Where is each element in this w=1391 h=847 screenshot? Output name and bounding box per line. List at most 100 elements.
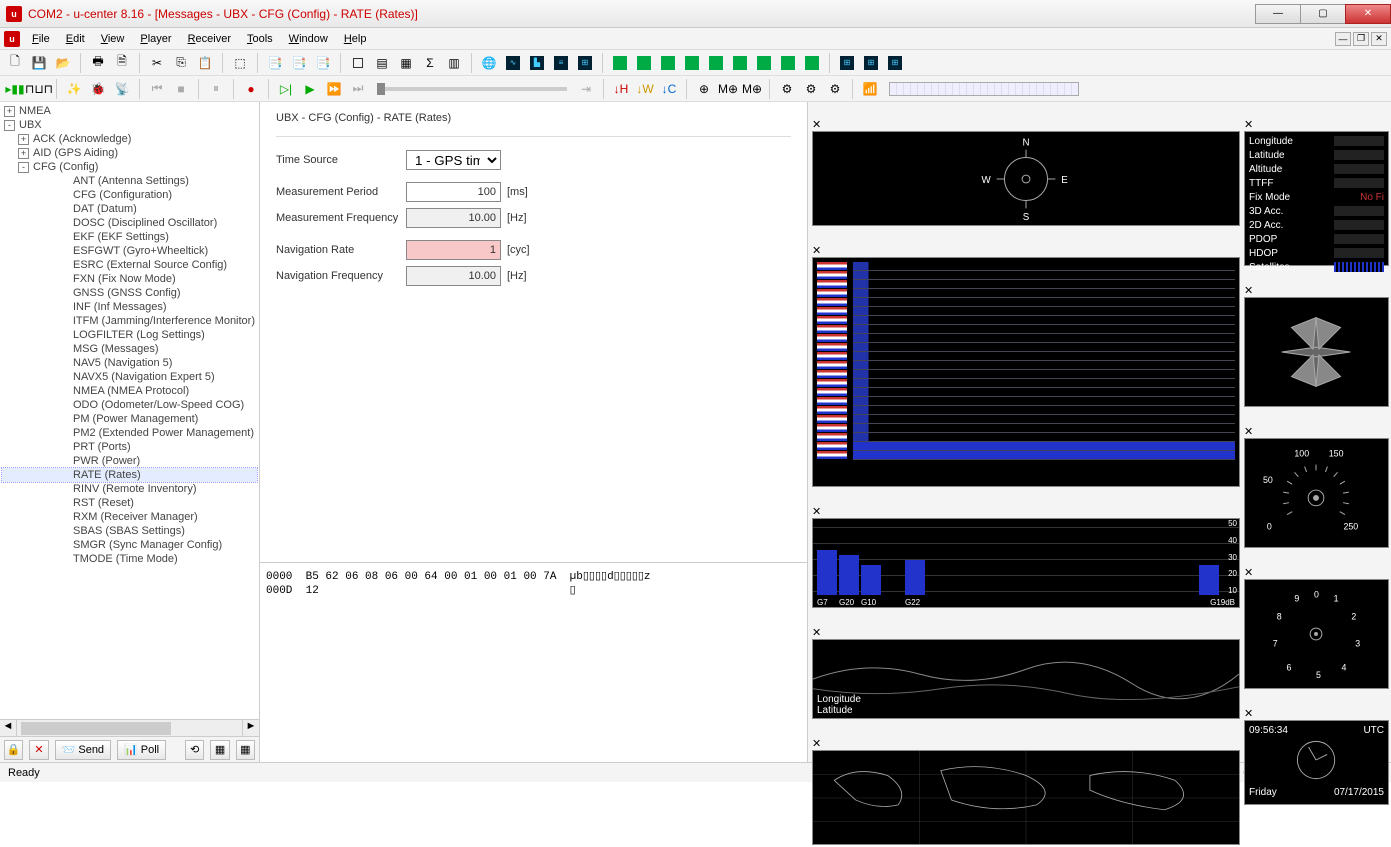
copy-button[interactable]: ⎘ [170,52,192,74]
cfg-field-0[interactable]: 1 - GPS time [406,150,501,170]
view-grid-1[interactable] [347,52,369,74]
dock-8[interactable] [777,52,799,74]
player-play[interactable]: ▶ [299,78,321,100]
cfg-field-3[interactable]: 1 [406,240,501,260]
aid-3[interactable]: M⊕ [741,78,763,100]
view-grid-3[interactable]: ▦ [395,52,417,74]
menu-tools[interactable]: Tools [239,31,281,47]
tree-node[interactable]: -CFG (Config) [2,160,257,174]
tb-copy-3[interactable]: 📑 [288,52,310,74]
dock-7[interactable] [753,52,775,74]
delete-button[interactable]: ✕ [29,740,48,760]
tree-node[interactable]: ANT (Antenna Settings) [2,174,257,188]
tree-node[interactable]: LOGFILTER (Log Settings) [2,328,257,342]
tree-node[interactable]: +ACK (Acknowledge) [2,132,257,146]
dock-2[interactable] [633,52,655,74]
menu-help[interactable]: Help [336,31,375,47]
tree-node[interactable]: EKF (EKF Settings) [2,230,257,244]
tb-copy-4[interactable]: 📑 [312,52,334,74]
tree-node[interactable]: DOSC (Disciplined Oscillator) [2,216,257,230]
menu-view[interactable]: View [93,31,133,47]
mdi-minimize-button[interactable]: — [1335,32,1351,46]
tree-node[interactable]: CFG (Configuration) [2,188,257,202]
menu-file[interactable]: File [24,31,58,47]
dock-close[interactable]: ✕ [812,505,1240,518]
lock-button[interactable]: 🔒 [4,740,23,760]
menu-player[interactable]: Player [132,31,179,47]
globe-button[interactable]: 🌐 [478,52,500,74]
tree-node[interactable]: RATE (Rates) [2,468,257,482]
maximize-button[interactable]: ▢ [1300,4,1346,24]
tree-node[interactable]: SBAS (SBAS Settings) [2,524,257,538]
tree-node[interactable]: ESFGWT (Gyro+Wheeltick) [2,244,257,258]
view-grid-4[interactable]: ▥ [443,52,465,74]
tb-copy-2[interactable]: 📑 [264,52,286,74]
tree-node[interactable]: PRT (Ports) [2,440,257,454]
footer-btn-3[interactable]: ▦ [236,740,255,760]
dock-9[interactable] [801,52,823,74]
coldstart-button[interactable]: ↓C [658,78,680,100]
tree-node[interactable]: NAVX5 (Navigation Expert 5) [2,370,257,384]
poll-button[interactable]: 📊Poll [117,740,166,760]
bug-button[interactable]: 🐞 [87,78,109,100]
dock-1[interactable] [609,52,631,74]
tree-node[interactable]: -UBX [2,118,257,132]
tree-node[interactable]: MSG (Messages) [2,342,257,356]
aid-1[interactable]: ⊕ [693,78,715,100]
view-chart-3[interactable]: ≡ [550,52,572,74]
tree-node[interactable]: PWR (Power) [2,454,257,468]
tree-node[interactable]: RXM (Receiver Manager) [2,510,257,524]
tree-node[interactable]: RST (Reset) [2,496,257,510]
hotstart-button[interactable]: ↓H [610,78,632,100]
new-button[interactable]: 🗋 [4,52,26,74]
tree-node[interactable]: GNSS (GNSS Config) [2,286,257,300]
mdi-close-button[interactable]: ✕ [1371,32,1387,46]
paste-button[interactable]: 📋 [194,52,216,74]
gear-1[interactable]: ⚙ [776,78,798,100]
tree-node[interactable]: NMEA (NMEA Protocol) [2,384,257,398]
send-button[interactable]: 📨Send [55,740,111,760]
tree-node[interactable]: INF (Inf Messages) [2,300,257,314]
baud-button[interactable]: ⊓⊔⊓ [28,78,50,100]
record-button[interactable]: ● [240,78,262,100]
gear-3[interactable]: ⚙ [824,78,846,100]
view-chart-2[interactable]: ▙ [526,52,548,74]
antenna-button[interactable]: 📡 [111,78,133,100]
menu-receiver[interactable]: Receiver [180,31,239,47]
tree-node[interactable]: ODO (Odometer/Low-Speed COG) [2,398,257,412]
open-button[interactable]: 📂 [52,52,74,74]
tree-node[interactable]: NAV5 (Navigation 5) [2,356,257,370]
print-button[interactable]: 🖶 [87,52,109,74]
dock-11[interactable]: ⊞ [860,52,882,74]
tree-node[interactable]: TMODE (Time Mode) [2,552,257,566]
tree-node[interactable]: PM2 (Extended Power Management) [2,426,257,440]
warmstart-button[interactable]: ↓W [634,78,656,100]
tree-node[interactable]: RINV (Remote Inventory) [2,482,257,496]
connect-button[interactable]: ▸▮▮ [4,78,26,100]
player-pause[interactable]: ⏸ [205,78,227,100]
cfg-field-1[interactable]: 100 [406,182,501,202]
cut-button[interactable]: ✂ [146,52,168,74]
player-first[interactable]: ⏮ [146,78,168,100]
dock-close[interactable]: ✕ [1244,118,1389,131]
dock-10[interactable]: ⊞ [836,52,858,74]
tree-node[interactable]: ESRC (External Source Config) [2,258,257,272]
player-ff[interactable]: ⏩ [323,78,345,100]
footer-btn-1[interactable]: ⟲ [185,740,204,760]
dock-close[interactable]: ✕ [812,737,1240,750]
message-tree[interactable]: +NMEA-UBX+ACK (Acknowledge)+AID (GPS Aid… [0,102,259,568]
dock-6[interactable] [729,52,751,74]
tree-node[interactable]: ITFM (Jamming/Interference Monitor) [2,314,257,328]
dock-close[interactable]: ✕ [812,626,1240,639]
dock-close[interactable]: ✕ [1244,566,1389,579]
tree-node[interactable]: +NMEA [2,104,257,118]
signal-icon[interactable]: 📶 [859,78,881,100]
dock-close[interactable]: ✕ [1244,707,1389,720]
player-end[interactable]: ⇥ [575,78,597,100]
aid-2[interactable]: M⊕ [717,78,739,100]
view-grid-2[interactable]: ▤ [371,52,393,74]
tree-node[interactable]: PM (Power Management) [2,412,257,426]
dock-3[interactable] [657,52,679,74]
tree-node[interactable]: +AID (GPS Aiding) [2,146,257,160]
player-slider[interactable] [377,87,567,91]
